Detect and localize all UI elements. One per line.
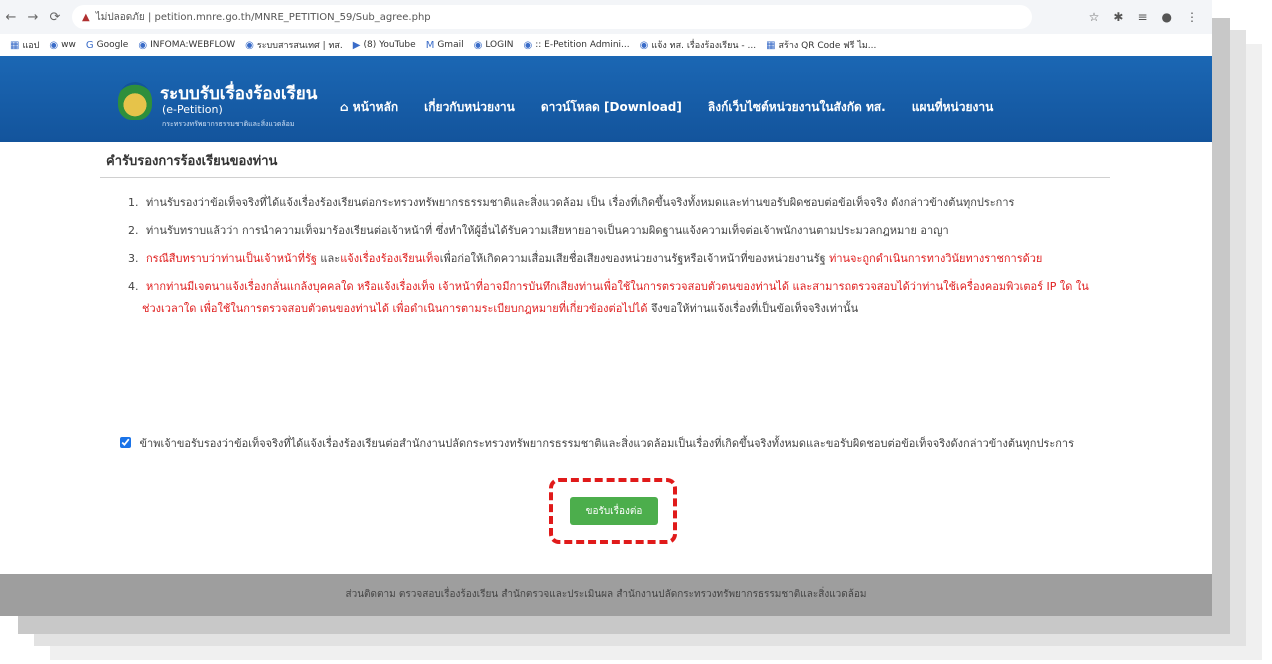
ministry-logo-icon: [118, 82, 152, 120]
agree-row: ข้าพเจ้าขอรับรองว่าข้อเท็จจริงที่ได้แจ้ง…: [120, 434, 1080, 454]
qr-icon: ▦: [766, 39, 776, 51]
term-segment: และ: [316, 252, 341, 265]
bookmark-label: Gmail: [437, 40, 464, 50]
menu-icon[interactable]: ⋮: [1186, 10, 1198, 24]
agree-checkbox[interactable]: [120, 437, 131, 448]
term-text: กรณีสืบทราบว่าท่านเป็นเจ้าหน้าที่รัฐ และ…: [146, 252, 1042, 265]
nav-links[interactable]: ลิงก์เว็บไซต์หน่วยงานในสังกัด ทส.: [708, 98, 886, 117]
url-separator: |: [144, 11, 155, 23]
bookmark-item[interactable]: G Google: [86, 40, 129, 51]
term-number: 1.: [128, 196, 139, 209]
site-org-name: กระทรวงทรัพยากรธรรมชาติและสิ่งแวดล้อม: [162, 120, 295, 128]
site-subtitle: (e-Petition): [162, 103, 223, 116]
term-text: ท่านรับรองว่าข้อเท็จจริงที่ได้แจ้งเรื่อง…: [146, 196, 1014, 209]
bookmark-item[interactable]: ◉ ระบบสารสนเทศ | ทส.: [245, 38, 343, 52]
globe-icon: ◉: [138, 39, 148, 51]
youtube-icon: ▶: [352, 39, 361, 51]
back-arrow-icon[interactable]: ←: [0, 10, 22, 25]
browser-toolbar: ← → ⟳ ▲ ไม่ปลอดภัย | petition.mnre.go.th…: [0, 0, 1212, 34]
term-segment: เพื่อก่อให้เกิดความเสื่อมเสียชื่อเสียงขอ…: [439, 252, 830, 265]
term-number: 2.: [128, 224, 139, 237]
term-item: 2. ท่านรับทราบแล้วว่า การนำความเท็จมาร้อง…: [128, 220, 1110, 242]
term-warning-text: ท่านเป็นเจ้าหน้าที่รัฐ: [221, 252, 317, 265]
profile-avatar-icon[interactable]: ●: [1162, 10, 1172, 24]
globe-icon: ◉: [639, 39, 649, 51]
term-warning-text: ท่านจะถูกดำเนินการทางวินัยทางราชการด้วย: [829, 252, 1043, 265]
forward-arrow-icon[interactable]: →: [22, 10, 44, 25]
bookmark-item[interactable]: ◉ LOGIN: [474, 40, 514, 51]
address-bar[interactable]: ▲ ไม่ปลอดภัย | petition.mnre.go.th/MNRE_…: [72, 5, 1032, 29]
globe-icon: ◉: [245, 39, 254, 51]
security-label: ไม่ปลอดภัย: [95, 11, 145, 23]
term-warning-text: หากท่านมีเจตนาแจ้งเรื่องกลั่นแกล้งบุคคลใ…: [142, 280, 1089, 315]
bookmark-item[interactable]: ◉ แจ้ง ทส. เรื่องร้องเรียน - ...: [640, 38, 756, 52]
bookmark-label: แจ้ง ทส. เรื่องร้องเรียน - ...: [651, 41, 757, 51]
bookmark-item[interactable]: ◉ INFOMA:WEBFLOW: [138, 40, 235, 51]
bookmark-label: แอป: [22, 41, 40, 51]
bookmark-item[interactable]: ▶ (8) YouTube: [353, 40, 416, 51]
nav-home-label: หน้าหลัก: [352, 100, 399, 114]
main-nav: ⌂ หน้าหลัก เกี่ยวกับหน่วยงาน ดาวน์โหลด […: [340, 98, 993, 117]
term-segment: ท่านรับทราบแล้วว่า การนำความเท็จมาร้องเร…: [146, 224, 949, 237]
term-number: 3.: [128, 252, 139, 265]
highlight-annotation: [549, 478, 677, 544]
bookmark-item[interactable]: ▦ แอป: [10, 38, 39, 52]
nav-about[interactable]: เกี่ยวกับหน่วยงาน: [424, 98, 515, 117]
section-title: คำรับรองการร้องเรียนของท่าน: [100, 142, 1110, 178]
bookmark-label: LOGIN: [485, 40, 514, 50]
nav-map[interactable]: แผนที่หน่วยงาน: [912, 98, 994, 117]
term-segment: จึงขอให้ท่านแจ้งเรื่องที่เป็นข้อเท็จจริง…: [647, 302, 859, 315]
reload-icon[interactable]: ⟳: [44, 10, 66, 25]
globe-icon: ◉: [473, 39, 483, 51]
bookmark-label: INFOMA:WEBFLOW: [150, 40, 236, 50]
extensions-icon[interactable]: ✱: [1113, 10, 1123, 24]
term-item: 4. หากท่านมีเจตนาแจ้งเรื่องกลั่นแกล้งบุคค…: [128, 276, 1110, 320]
browser-actions: ☆ ✱ ≡ ● ⋮: [1089, 10, 1212, 24]
reading-list-icon[interactable]: ≡: [1137, 10, 1147, 24]
nav-home[interactable]: ⌂ หน้าหลัก: [340, 98, 398, 117]
term-text: หากท่านมีเจตนาแจ้งเรื่องกลั่นแกล้งบุคคลใ…: [142, 280, 1089, 315]
term-warning-text: แจ้งเรื่องร้องเรียนเท็จ: [340, 252, 440, 265]
page-footer: ส่วนติดตาม ตรวจสอบเรื่องร้องเรียน สำนักต…: [0, 574, 1212, 616]
site-header: ระบบรับเรื่องร้องเรียน (e-Petition) กระท…: [0, 56, 1212, 142]
apps-icon: ▦: [10, 39, 20, 51]
agree-text: ข้าพเจ้าขอรับรองว่าข้อเท็จจริงที่ได้แจ้ง…: [139, 437, 1075, 450]
bookmark-label: (8) YouTube: [363, 40, 416, 50]
main-content: คำรับรองการร้องเรียนของท่าน 1. ท่านรับรอง…: [100, 142, 1110, 326]
bookmark-label: สร้าง QR Code ฟรี ไม...: [778, 41, 877, 51]
term-number: 4.: [128, 280, 139, 293]
bookmark-item[interactable]: ▦ สร้าง QR Code ฟรี ไม...: [766, 38, 876, 52]
star-icon[interactable]: ☆: [1089, 10, 1100, 24]
term-warning-text: กรณีสืบทราบว่า: [146, 252, 222, 265]
google-icon: G: [85, 39, 94, 51]
term-item: 1. ท่านรับรองว่าข้อเท็จจริงที่ได้แจ้งเรื่…: [128, 192, 1110, 214]
home-icon: ⌂: [340, 100, 353, 114]
term-segment: ท่านรับรองว่าข้อเท็จจริงที่ได้แจ้งเรื่อง…: [146, 196, 1015, 209]
bookmark-item[interactable]: M Gmail: [426, 40, 464, 51]
warning-icon: ▲: [82, 11, 90, 23]
bookmark-label: ระบบสารสนเทศ | ทส.: [256, 41, 343, 51]
globe-icon: ◉: [49, 39, 59, 51]
browser-window: ← → ⟳ ▲ ไม่ปลอดภัย | petition.mnre.go.th…: [0, 0, 1212, 616]
bookmark-item[interactable]: ◉:: E-Petition Admini...: [523, 40, 629, 51]
term-item: 3. กรณีสืบทราบว่าท่านเป็นเจ้าหน้าที่รัฐ แ…: [128, 248, 1110, 270]
bookmark-label: ww: [61, 40, 76, 50]
globe-icon: ◉: [523, 39, 533, 51]
url-text: petition.mnre.go.th/MNRE_PETITION_59/Sub…: [154, 11, 431, 23]
bookmark-label: Google: [96, 40, 129, 50]
bookmark-label: :: E-Petition Admini...: [535, 40, 630, 50]
terms-list: 1. ท่านรับรองว่าข้อเท็จจริงที่ได้แจ้งเรื่…: [100, 192, 1110, 320]
gmail-icon: M: [425, 39, 435, 51]
bookmark-item[interactable]: ◉ ww: [49, 40, 75, 51]
term-text: ท่านรับทราบแล้วว่า การนำความเท็จมาร้องเร…: [146, 224, 949, 237]
nav-download[interactable]: ดาวน์โหลด [Download]: [541, 98, 682, 117]
bookmarks-bar: ▦ แอป ◉ ww G Google ◉ INFOMA:WEBFLOW ◉ ระบบสารสนเ…: [0, 34, 1212, 57]
